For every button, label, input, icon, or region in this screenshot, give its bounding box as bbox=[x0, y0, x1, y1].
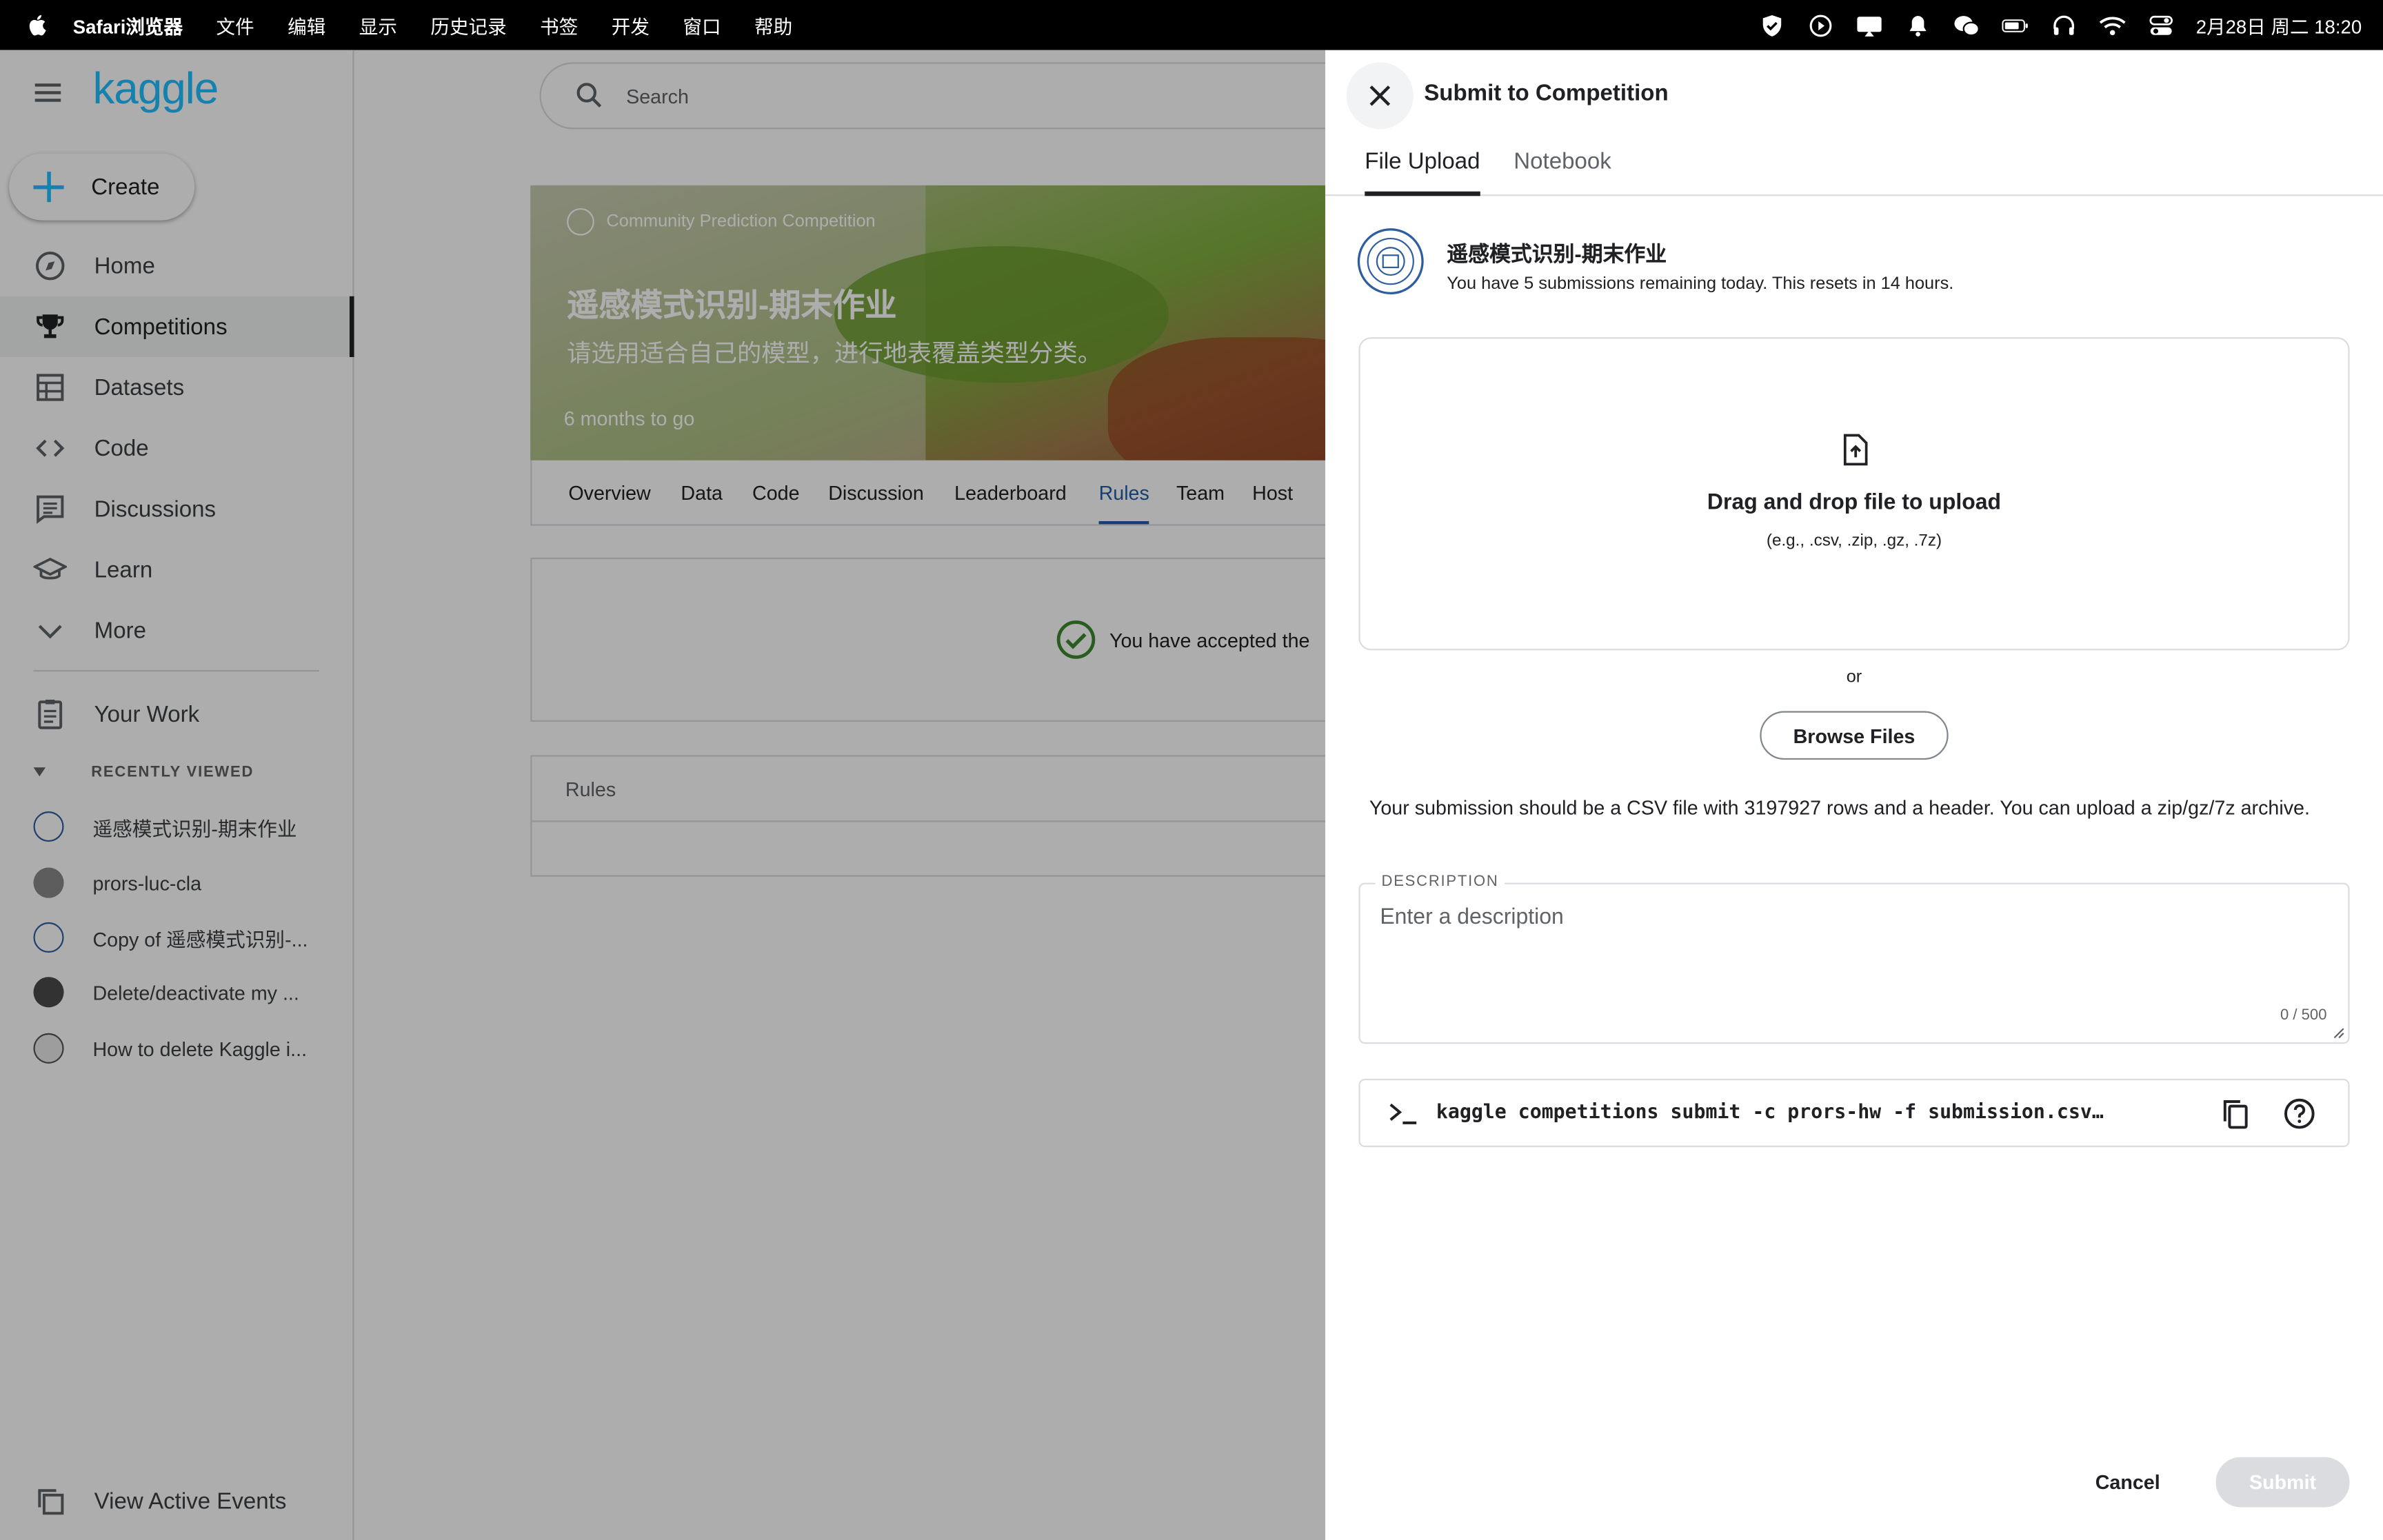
control-center-icon[interactable] bbox=[2147, 12, 2175, 39]
dialog-title: Submit to Competition bbox=[1424, 80, 1669, 107]
menu-help[interactable]: 帮助 bbox=[754, 10, 792, 39]
menu-develop[interactable]: 开发 bbox=[612, 10, 650, 39]
wifi-icon[interactable] bbox=[2099, 12, 2126, 39]
description-field: DESCRIPTION 0 / 500 bbox=[1358, 873, 2350, 1044]
description-input[interactable] bbox=[1380, 905, 2322, 997]
headphones-icon[interactable] bbox=[2050, 12, 2078, 39]
drop-title: Drag and drop file to upload bbox=[1707, 490, 2002, 516]
or-separator: or bbox=[1846, 668, 1862, 687]
file-drop-zone[interactable]: Drag and drop file to upload (e.g., .csv… bbox=[1358, 337, 2350, 651]
cli-command-text: kaggle competitions submit -c prors-hw -… bbox=[1436, 1101, 2104, 1125]
description-label: DESCRIPTION bbox=[1375, 873, 1505, 891]
close-icon bbox=[1369, 85, 1391, 106]
tab-file-upload[interactable]: File Upload bbox=[1365, 139, 1480, 196]
apple-icon[interactable] bbox=[26, 14, 47, 37]
university-seal-logo bbox=[1357, 228, 1424, 295]
play-icon[interactable] bbox=[1807, 12, 1834, 39]
screen: Safari浏览器 文件 编辑 显示 历史记录 书签 开发 窗口 帮助 2月28… bbox=[0, 0, 2383, 1540]
drop-formats: (e.g., .csv, .zip, .gz, .7z) bbox=[1766, 531, 1942, 550]
menu-window[interactable]: 窗口 bbox=[683, 10, 721, 39]
menu-clock[interactable]: 2月28日 周二 18:20 bbox=[2196, 10, 2362, 39]
browse-files-button[interactable]: Browse Files bbox=[1760, 711, 1949, 760]
submission-requirements: Your submission should be a CSV file wit… bbox=[1369, 796, 2310, 820]
character-count: 0 / 500 bbox=[2280, 1007, 2327, 1024]
modal-backdrop[interactable] bbox=[0, 50, 1325, 1540]
terminal-icon bbox=[1389, 1102, 1417, 1124]
menu-file[interactable]: 文件 bbox=[217, 10, 254, 39]
menu-bookmarks[interactable]: 书签 bbox=[540, 10, 578, 39]
copy-icon[interactable] bbox=[2219, 1097, 2252, 1130]
shield-icon[interactable] bbox=[1758, 12, 1786, 39]
competition-info: 遥感模式识别-期末作业 You have 5 submissions remai… bbox=[1357, 228, 1953, 295]
help-icon[interactable] bbox=[2283, 1097, 2316, 1130]
wechat-icon[interactable] bbox=[1953, 12, 1980, 39]
submit-dialog: Submit to Competition File Upload Notebo… bbox=[1325, 50, 2383, 1540]
file-upload-icon bbox=[1843, 434, 1868, 466]
submit-button[interactable]: Submit bbox=[2215, 1457, 2350, 1508]
submissions-remaining: You have 5 submissions remaining today. … bbox=[1447, 274, 1954, 294]
menu-app-name[interactable]: Safari浏览器 bbox=[73, 10, 183, 39]
cancel-button[interactable]: Cancel bbox=[2082, 1457, 2173, 1506]
battery-icon[interactable] bbox=[2002, 12, 2029, 39]
close-button[interactable] bbox=[1346, 62, 1414, 130]
cast-icon[interactable] bbox=[1856, 12, 1883, 39]
menu-history[interactable]: 历史记录 bbox=[430, 10, 506, 39]
resize-grip-icon[interactable] bbox=[2333, 1027, 2345, 1040]
menu-view[interactable]: 显示 bbox=[359, 10, 397, 39]
menu-edit[interactable]: 编辑 bbox=[288, 10, 325, 39]
tab-notebook[interactable]: Notebook bbox=[1514, 139, 1611, 195]
bell-icon[interactable] bbox=[1904, 12, 1932, 39]
dialog-tabs: File Upload Notebook bbox=[1325, 139, 2383, 196]
competition-name: 遥感模式识别-期末作业 bbox=[1447, 241, 1667, 266]
cli-command-box: kaggle competitions submit -c prors-hw -… bbox=[1358, 1078, 2350, 1148]
menu-bar: Safari浏览器 文件 编辑 显示 历史记录 书签 开发 窗口 帮助 2月28… bbox=[0, 0, 2383, 50]
